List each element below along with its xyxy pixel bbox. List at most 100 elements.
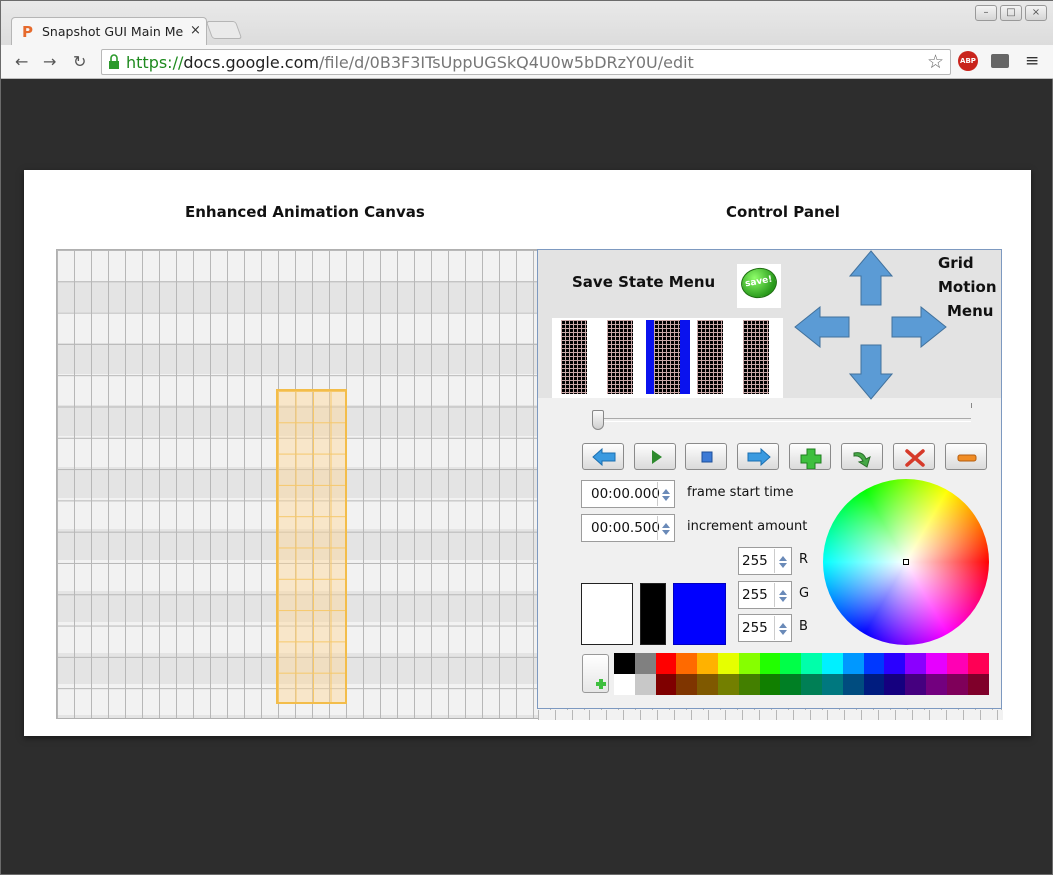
play-icon [652, 450, 662, 464]
new-tab-button[interactable] [205, 21, 243, 39]
palette-swatch[interactable] [676, 653, 698, 674]
palette-swatch[interactable] [967, 674, 989, 695]
palette-swatch[interactable] [801, 674, 823, 695]
timeline-slider[interactable] [596, 418, 971, 422]
back-icon[interactable]: ← [15, 52, 28, 71]
palette-swatch[interactable] [884, 674, 906, 695]
palette-swatch[interactable] [884, 653, 906, 674]
frame-thumbnail[interactable] [694, 320, 726, 394]
palette-swatch[interactable] [697, 674, 719, 695]
canvas-grid-edge [538, 710, 1003, 720]
palette-swatch[interactable] [801, 653, 823, 674]
palette-swatch[interactable] [780, 653, 802, 674]
palette-swatch[interactable] [718, 653, 739, 674]
save-state-label: Save State Menu [572, 273, 716, 291]
address-bar[interactable]: https://docs.google.com/file/d/0B3F3ITsU… [101, 49, 951, 75]
arrow-right-icon [747, 447, 771, 467]
green-input[interactable]: 255 [738, 581, 792, 609]
palette-swatch[interactable] [780, 674, 802, 695]
close-window-button[interactable]: × [1025, 5, 1047, 21]
palette-swatch[interactable] [905, 674, 927, 695]
palette-swatch[interactable] [697, 653, 719, 674]
frame-start-time-label: frame start time [687, 485, 794, 500]
add-frame-button[interactable] [789, 443, 831, 470]
palette-swatch[interactable] [822, 653, 843, 674]
spinner-arrows-icon[interactable] [774, 583, 790, 607]
palette-swatch[interactable] [822, 674, 843, 695]
tab-title: Snapshot GUI Main Me [42, 24, 184, 39]
maximize-button[interactable]: □ [1000, 5, 1022, 21]
palette-swatch[interactable] [634, 674, 656, 695]
keyboard-icon[interactable] [991, 54, 1009, 68]
palette-swatch[interactable] [655, 674, 677, 695]
palette-swatch[interactable] [738, 653, 760, 674]
forward-icon[interactable]: → [43, 52, 56, 71]
color-wheel-cursor[interactable] [903, 559, 909, 565]
redo-button[interactable] [841, 443, 883, 470]
delete-frame-button[interactable] [893, 443, 935, 470]
add-color-button[interactable] [582, 654, 609, 693]
arrow-left-icon[interactable] [794, 306, 850, 348]
url-text: https://docs.google.com/file/d/0B3F3ITsU… [126, 53, 694, 72]
redo-arrow-icon [853, 452, 871, 468]
palette-swatch[interactable] [759, 653, 781, 674]
color-wheel[interactable] [823, 479, 989, 645]
palette-swatch[interactable] [842, 674, 864, 695]
spinner-arrows-icon[interactable] [657, 516, 673, 540]
green-label: G [799, 586, 810, 601]
blue-input[interactable]: 255 [738, 614, 792, 642]
minimize-button[interactable]: – [975, 5, 997, 21]
increment-amount-input[interactable]: 00:00.500 [581, 514, 675, 542]
tab-active[interactable]: P Snapshot GUI Main Me × [11, 17, 207, 45]
palette-swatch[interactable] [634, 653, 656, 674]
minus-icon [957, 454, 977, 462]
palette-swatch[interactable] [614, 674, 635, 695]
arrow-up-icon[interactable] [849, 250, 893, 306]
selected-cells[interactable] [276, 389, 347, 704]
palette-swatch[interactable] [718, 674, 739, 695]
palette-swatch[interactable] [738, 674, 760, 695]
palette-swatch[interactable] [967, 653, 989, 674]
secondary-color-swatch[interactable] [640, 583, 666, 645]
palette-swatch[interactable] [863, 653, 885, 674]
palette-swatch[interactable] [946, 653, 968, 674]
remove-button[interactable] [945, 443, 987, 470]
play-button[interactable] [634, 443, 676, 470]
save-button[interactable]: save! [737, 264, 781, 308]
spinner-arrows-icon[interactable] [657, 482, 673, 506]
palette-swatch[interactable] [863, 674, 885, 695]
previous-frame-button[interactable] [582, 443, 624, 470]
primary-color-swatch[interactable] [581, 583, 633, 645]
tertiary-color-swatch[interactable] [673, 583, 726, 645]
grid-motion-label-2: Motion [938, 278, 997, 296]
next-frame-button[interactable] [737, 443, 779, 470]
tab-close-icon[interactable]: × [190, 23, 201, 38]
frame-thumbnail[interactable] [604, 320, 636, 394]
frame-thumbnail-selected[interactable] [646, 320, 690, 394]
palette-swatch[interactable] [676, 674, 698, 695]
reload-icon[interactable]: ↻ [73, 52, 86, 71]
palette-swatch[interactable] [905, 653, 927, 674]
palette-swatch[interactable] [926, 674, 947, 695]
palette-swatch[interactable] [946, 674, 968, 695]
palette-swatch[interactable] [926, 653, 947, 674]
palette-swatch[interactable] [655, 653, 677, 674]
spinner-arrows-icon[interactable] [774, 616, 790, 640]
timeline-slider-thumb[interactable] [592, 410, 604, 430]
frame-thumbnail[interactable] [740, 320, 772, 394]
arrow-right-icon[interactable] [891, 306, 947, 348]
palette-swatch[interactable] [842, 653, 864, 674]
frame-start-time-input[interactable]: 00:00.000 [581, 480, 675, 508]
bookmark-star-icon[interactable]: ☆ [927, 51, 944, 73]
frame-thumbnail[interactable] [558, 320, 590, 394]
spinner-arrows-icon[interactable] [774, 549, 790, 573]
chrome-menu-icon[interactable]: ≡ [1025, 51, 1039, 71]
red-input[interactable]: 255 [738, 547, 792, 575]
increment-amount-label: increment amount [687, 519, 808, 534]
slider-tick [971, 403, 972, 408]
arrow-down-icon[interactable] [849, 344, 893, 400]
stop-button[interactable] [685, 443, 727, 470]
palette-swatch[interactable] [759, 674, 781, 695]
palette-swatch[interactable] [614, 653, 635, 674]
adblock-icon[interactable]: ABP [958, 51, 978, 71]
